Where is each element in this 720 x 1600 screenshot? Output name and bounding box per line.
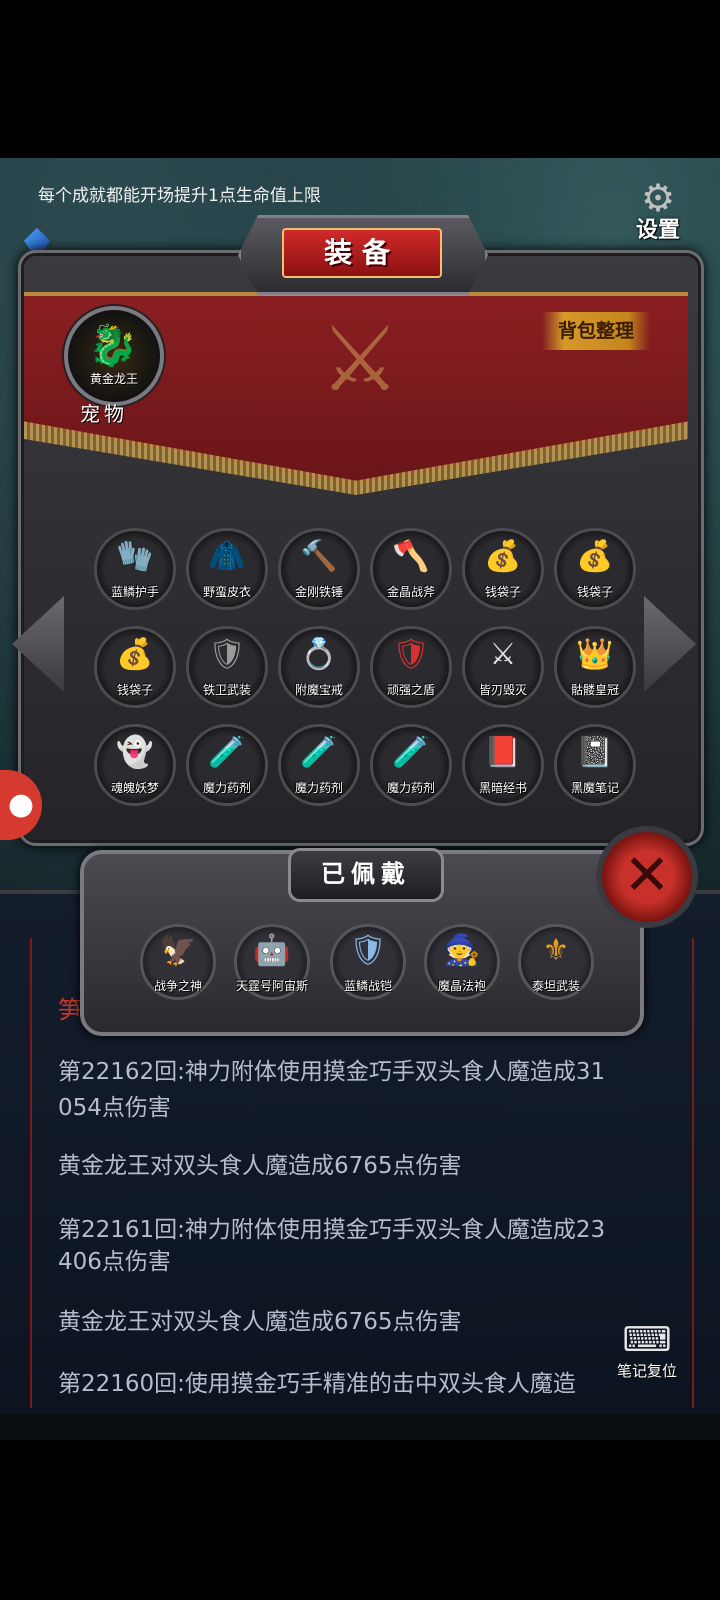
shield-icon: 🛡 bbox=[391, 637, 431, 672]
log-line: 黄金龙王对双头食人魔造成6765点伤害 bbox=[58, 1153, 462, 1179]
inventory-slot[interactable]: 🧪 魔力药剂 bbox=[370, 724, 452, 806]
item-name: 钱袋子 bbox=[576, 585, 613, 599]
war-god-icon: 🦅 bbox=[159, 933, 197, 968]
worn-slot[interactable]: ⚜ 泰坦武装 bbox=[518, 924, 594, 1000]
ghost-girl-icon: 👻 bbox=[116, 735, 154, 770]
mech-icon: 🤖 bbox=[253, 933, 291, 968]
crown-icon: 👑 bbox=[576, 637, 614, 672]
inventory-slot[interactable]: 💰 钱袋子 bbox=[94, 626, 176, 708]
settings-button[interactable]: ⚙ 设置 bbox=[626, 178, 690, 244]
log-line: 054点伤害 bbox=[58, 1095, 171, 1121]
panel-title: 装备 bbox=[282, 228, 442, 278]
dark-notebook-icon: 📓 bbox=[576, 735, 614, 770]
item-name: 魔力药剂 bbox=[294, 781, 343, 795]
axe-icon: 🪓 bbox=[392, 539, 430, 574]
close-icon: ✕ bbox=[623, 843, 671, 908]
worn-panel-title: 已佩戴 bbox=[288, 848, 444, 902]
inventory-slot[interactable]: 📓 黑魔笔记 bbox=[554, 724, 636, 806]
close-button[interactable]: ✕ bbox=[596, 826, 698, 928]
item-name: 钱袋子 bbox=[484, 585, 521, 599]
inventory-slot[interactable]: ⚔ 皆刃毁灭 bbox=[462, 626, 544, 708]
worn-slot[interactable]: 🤖 天霆号阿宙斯 bbox=[234, 924, 310, 1000]
potion-icon: 🧪 bbox=[208, 735, 246, 770]
worn-item-name: 蓝鳞战铠 bbox=[343, 979, 392, 993]
inventory-slot[interactable]: 💍 附魔宝戒 bbox=[278, 626, 360, 708]
inventory-slot[interactable]: 🛡 顽强之盾 bbox=[370, 626, 452, 708]
inventory-slot[interactable]: 💰 钱袋子 bbox=[554, 528, 636, 610]
golden-dragon-icon: 🐉 bbox=[88, 323, 138, 369]
pet-name: 黄金龙王 bbox=[89, 372, 138, 386]
log-line: 黄金龙王对双头食人魔造成6765点伤害 bbox=[58, 1309, 462, 1335]
crossed-blades-icon: ⚔ bbox=[489, 637, 517, 672]
item-name: 魔力药剂 bbox=[386, 781, 435, 795]
settings-label: 设置 bbox=[635, 218, 680, 243]
item-name: 附魔宝戒 bbox=[294, 683, 343, 697]
money-bag-icon: 💰 bbox=[576, 539, 614, 574]
inventory-slot[interactable]: 📕 黑暗经书 bbox=[462, 724, 544, 806]
inventory-slot[interactable]: 💰 钱袋子 bbox=[462, 528, 544, 610]
notebook-icon: ⌨ bbox=[622, 1320, 672, 1360]
inventory-slot[interactable]: 🧪 魔力药剂 bbox=[186, 724, 268, 806]
ring-icon: 💍 bbox=[300, 637, 338, 672]
inventory-slot[interactable]: 🧥 野蛮皮衣 bbox=[186, 528, 268, 610]
crossed-swords-emblem-icon: ⚔ bbox=[319, 307, 401, 412]
item-name: 黑暗经书 bbox=[478, 781, 527, 795]
inventory-slot[interactable]: 👻 魂魄妖梦 bbox=[94, 724, 176, 806]
potion-icon: 🧪 bbox=[392, 735, 430, 770]
worn-slot[interactable]: 🧙 魔晶法袍 bbox=[424, 924, 500, 1000]
worn-item-name: 魔晶法袍 bbox=[437, 979, 486, 993]
item-name: 皆刃毁灭 bbox=[478, 683, 527, 697]
log-line: 第22161回:神力附体使用摸金巧手双头食人魔造成23 bbox=[58, 1217, 606, 1243]
note-reset-label: 笔记复位 bbox=[616, 1362, 677, 1380]
red-book-icon: 📕 bbox=[484, 735, 522, 770]
hammer-icon: 🔨 bbox=[300, 539, 338, 574]
item-name: 金晶战斧 bbox=[386, 585, 435, 599]
money-bag-icon: 💰 bbox=[116, 637, 154, 672]
worn-item-name: 天霆号阿宙斯 bbox=[235, 979, 308, 993]
achievement-tip: 每个成就都能开场提升1点生命值上限 bbox=[38, 186, 321, 206]
worn-slot[interactable]: 🛡 蓝鳞战铠 bbox=[330, 924, 406, 1000]
pet-label: 宠物 bbox=[80, 402, 128, 426]
inventory-slot[interactable]: 👑 骷髅皇冠 bbox=[554, 626, 636, 708]
item-name: 黑魔笔记 bbox=[570, 781, 619, 795]
item-name: 金刚铁锤 bbox=[294, 585, 343, 599]
worn-item-name: 战争之神 bbox=[153, 979, 202, 993]
worn-slot[interactable]: 🦅 战争之神 bbox=[140, 924, 216, 1000]
item-name: 顽强之盾 bbox=[386, 683, 435, 697]
inventory-slot[interactable]: 🔨 金刚铁锤 bbox=[278, 528, 360, 610]
item-name: 钱袋子 bbox=[116, 683, 153, 697]
blue-armor-icon: 🛡 bbox=[348, 933, 388, 968]
worn-item-name: 泰坦武装 bbox=[531, 979, 580, 993]
item-name: 魔力药剂 bbox=[202, 781, 251, 795]
item-name: 野蛮皮衣 bbox=[202, 585, 251, 599]
note-reset-button[interactable]: ⌨ 笔记复位 bbox=[612, 1320, 682, 1381]
inventory-slot[interactable]: 🧪 魔力药剂 bbox=[278, 724, 360, 806]
inventory-slot[interactable]: 🧤 蓝鳞护手 bbox=[94, 528, 176, 610]
log-line: 第22160回:使用摸金巧手精准的击中双头食人魔造 bbox=[58, 1371, 576, 1397]
pet-slot[interactable]: 🐉 黄金龙王 bbox=[64, 306, 164, 406]
inventory-slot[interactable]: 🛡 铁卫武装 bbox=[186, 626, 268, 708]
item-name: 骷髅皇冠 bbox=[570, 683, 619, 697]
money-bag-icon: 💰 bbox=[484, 539, 522, 574]
user-icon: ● bbox=[7, 787, 35, 822]
iron-armor-icon: 🛡 bbox=[207, 637, 247, 672]
log-line: 第22162回:神力附体使用摸金巧手双头食人魔造成31 bbox=[58, 1059, 606, 1085]
sort-bag-button[interactable]: 背包整理 bbox=[542, 312, 650, 350]
item-name: 蓝鳞护手 bbox=[110, 585, 159, 599]
potion-icon: 🧪 bbox=[300, 735, 338, 770]
item-name: 魂魄妖梦 bbox=[110, 781, 159, 795]
inventory-slot[interactable]: 🪓 金晶战斧 bbox=[370, 528, 452, 610]
titan-armor-icon: ⚜ bbox=[542, 933, 570, 968]
item-name: 铁卫武装 bbox=[202, 683, 251, 697]
log-line: 406点伤害 bbox=[58, 1249, 171, 1275]
robe-icon: 🧙 bbox=[443, 933, 481, 968]
leather-armor-icon: 🧥 bbox=[208, 539, 246, 574]
gauntlet-icon: 🧤 bbox=[116, 539, 154, 574]
log-partial-line: 笋 bbox=[58, 996, 82, 1024]
